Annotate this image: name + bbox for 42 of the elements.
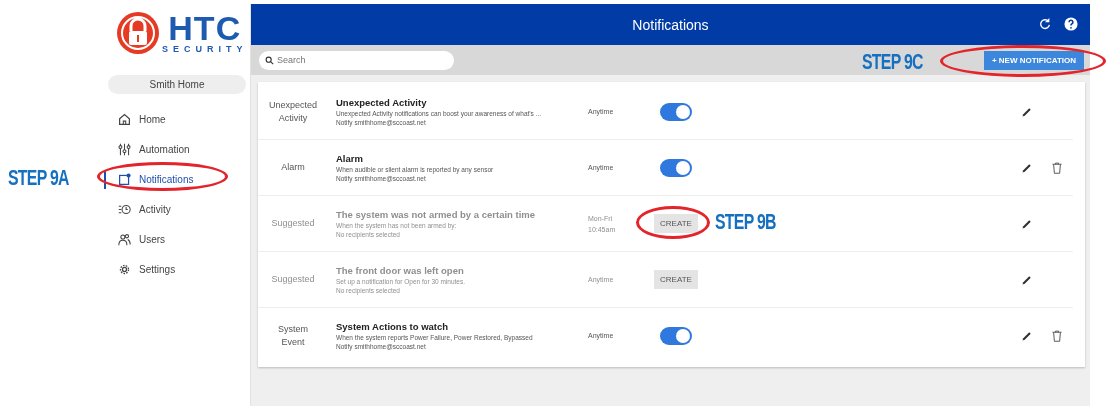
step-label: STEP 9A: [8, 166, 69, 190]
settings-icon: [118, 263, 131, 276]
sidebar-item[interactable]: Settings: [104, 260, 250, 279]
sliders-icon: [118, 143, 131, 156]
sidebar-item[interactable]: Automation: [104, 140, 250, 159]
edit-icon[interactable]: [1021, 329, 1033, 342]
notification-title: The system was not armed by a certain time: [336, 209, 537, 220]
home-icon: [118, 113, 131, 126]
notification-icon: [118, 173, 131, 186]
padlock-icon: [116, 11, 160, 55]
users-icon: [118, 233, 131, 246]
trash-icon[interactable]: [1051, 161, 1063, 174]
step-label: STEP 9C: [862, 50, 923, 74]
location-selector[interactable]: Smith Home: [108, 75, 246, 94]
category-label: Alarm: [280, 161, 306, 174]
edit-icon[interactable]: [1021, 105, 1033, 118]
notification-title: Alarm: [336, 153, 364, 164]
page-title: Notifications: [632, 16, 709, 33]
sidebar-item[interactable]: Home: [104, 110, 250, 129]
refresh-icon[interactable]: [1038, 17, 1052, 31]
search-field[interactable]: Search: [259, 50, 454, 70]
category-label: Unexpected Activity: [267, 98, 318, 125]
sidebar-item[interactable]: Activity: [104, 200, 250, 219]
category-label: Suggested: [270, 217, 316, 230]
notification-title: Unexpected Activity: [336, 97, 428, 108]
toggle-switch[interactable]: [660, 158, 692, 177]
notification-title: The front door was left open: [336, 265, 465, 276]
category-label: System Event: [277, 322, 309, 349]
search-icon: [265, 55, 274, 65]
category-label: Suggested: [270, 273, 316, 286]
new-notification-button[interactable]: + NEW NOTIFICATION: [983, 50, 1084, 70]
logo-text: HTC: [168, 12, 242, 44]
activity-icon: [118, 203, 131, 216]
sidebar-item[interactable]: Users: [104, 230, 250, 249]
toggle-switch[interactable]: [660, 102, 692, 121]
edit-icon[interactable]: [1021, 161, 1033, 174]
logo-tagline: SECURITY: [162, 44, 248, 54]
help-icon[interactable]: [1064, 17, 1078, 31]
notification-title: System Actions to watch: [336, 321, 450, 332]
step-label: STEP 9B: [715, 210, 776, 234]
toggle-switch[interactable]: [660, 326, 692, 345]
trash-icon[interactable]: [1051, 329, 1063, 342]
